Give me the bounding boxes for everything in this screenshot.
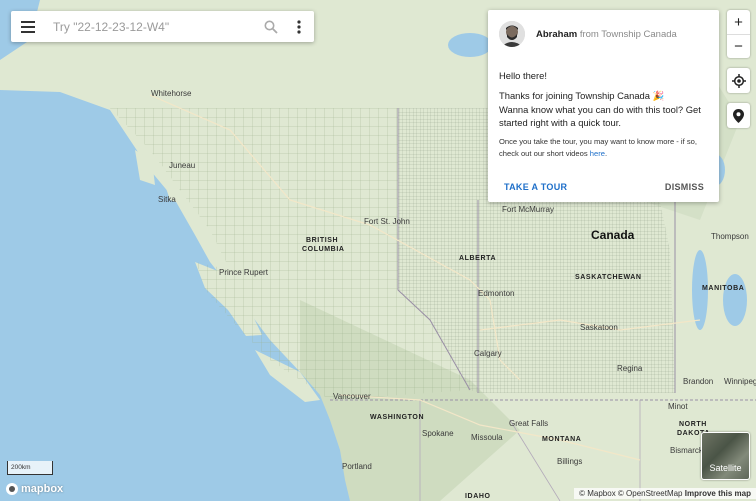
- crosshair-icon: [731, 73, 746, 88]
- search-box: Try "22-12-23-12-W4": [11, 11, 314, 42]
- label-great-falls: Great Falls: [509, 419, 549, 428]
- label-billings: Billings: [557, 457, 583, 466]
- map-attribution: © Mapbox © OpenStreetMap Improve this ma…: [574, 488, 756, 499]
- label-regina: Regina: [617, 364, 643, 373]
- popup-small-text: Once you take the tour, you may want to …: [499, 137, 697, 158]
- label-fort-st-john: Fort St. John: [364, 217, 410, 226]
- label-thompson: Thompson: [711, 232, 749, 241]
- label-fort-mcmurray: Fort McMurray: [502, 205, 554, 214]
- zoom-out-button[interactable]: −: [727, 34, 750, 58]
- map-pin-icon: [733, 108, 744, 123]
- popup-greeting: Hello there!: [499, 70, 547, 81]
- satellite-label: Satellite: [709, 463, 742, 473]
- label-minot: Minot: [668, 402, 688, 411]
- welcome-popup: Abraham from Township Canada Hello there…: [488, 10, 719, 202]
- label-saskatchewan: SASKATCHEWAN: [575, 274, 642, 281]
- hamburger-icon: [21, 20, 35, 33]
- geolocate-button[interactable]: [727, 68, 750, 93]
- hamburger-menu-button[interactable]: [11, 11, 45, 42]
- sender-org: from Township Canada: [579, 28, 677, 40]
- satellite-toggle[interactable]: Satellite: [701, 432, 750, 480]
- label-canada: Canada: [591, 228, 635, 242]
- label-prince-rupert: Prince Rupert: [219, 268, 268, 277]
- popup-body-line2: Wanna know what you can do with this too…: [499, 103, 701, 129]
- label-montana: MONTANA: [542, 436, 582, 443]
- take-tour-button[interactable]: TAKE A TOUR: [504, 182, 567, 192]
- mapbox-logo-text: mapbox: [21, 483, 64, 495]
- avatar-image: [499, 21, 525, 47]
- label-calgary: Calgary: [474, 349, 502, 358]
- mapbox-logo[interactable]: mapbox: [6, 483, 63, 495]
- popup-header: Abraham from Township Canada: [488, 10, 719, 47]
- more-options-button[interactable]: [284, 19, 314, 34]
- improve-map-link[interactable]: Improve this map: [685, 489, 751, 498]
- avatar: [499, 21, 525, 47]
- kebab-icon: [297, 19, 301, 34]
- label-spokane: Spokane: [422, 429, 454, 438]
- label-alberta: ALBERTA: [459, 255, 497, 262]
- label-manitoba: MANITOBA: [702, 285, 745, 292]
- search-input[interactable]: Try "22-12-23-12-W4": [45, 20, 258, 34]
- pin-button[interactable]: [727, 103, 750, 128]
- popup-body-line1: Thanks for joining Township Canada 🎉: [499, 90, 665, 101]
- sender-name: Abraham from Township Canada: [536, 29, 677, 40]
- attribution-text[interactable]: © Mapbox © OpenStreetMap: [579, 489, 682, 498]
- label-bismarck: Bismarck: [670, 446, 703, 455]
- dismiss-button[interactable]: DISMISS: [665, 182, 704, 192]
- label-columbia: COLUMBIA: [302, 246, 345, 253]
- label-portland: Portland: [342, 462, 372, 471]
- search-button[interactable]: [258, 20, 284, 34]
- zoom-in-button[interactable]: +: [727, 10, 750, 34]
- label-edmonton: Edmonton: [478, 289, 515, 298]
- label-brandon: Brandon: [683, 377, 714, 386]
- popup-body: Thanks for joining Township Canada 🎉 Wan…: [499, 89, 711, 130]
- scale-bar: 200km: [7, 461, 53, 475]
- videos-link[interactable]: here: [590, 149, 605, 158]
- label-sitka: Sitka: [158, 195, 176, 204]
- sender-first-name: Abraham: [536, 28, 578, 40]
- label-juneau: Juneau: [169, 161, 196, 170]
- label-winnipeg: Winnipeg: [724, 377, 756, 386]
- label-british: BRITISH: [306, 237, 339, 244]
- label-whitehorse: Whitehorse: [151, 89, 192, 98]
- label-washington: WASHINGTON: [370, 414, 425, 421]
- magnifier-icon: [264, 20, 278, 34]
- zoom-control: + −: [727, 10, 750, 58]
- label-idaho: IDAHO: [465, 493, 491, 500]
- label-missoula: Missoula: [471, 433, 503, 442]
- mapbox-logo-icon: [6, 483, 18, 495]
- label-saskatoon: Saskatoon: [580, 323, 618, 332]
- label-vancouver: Vancouver: [333, 392, 371, 401]
- label-north: NORTH: [679, 421, 707, 428]
